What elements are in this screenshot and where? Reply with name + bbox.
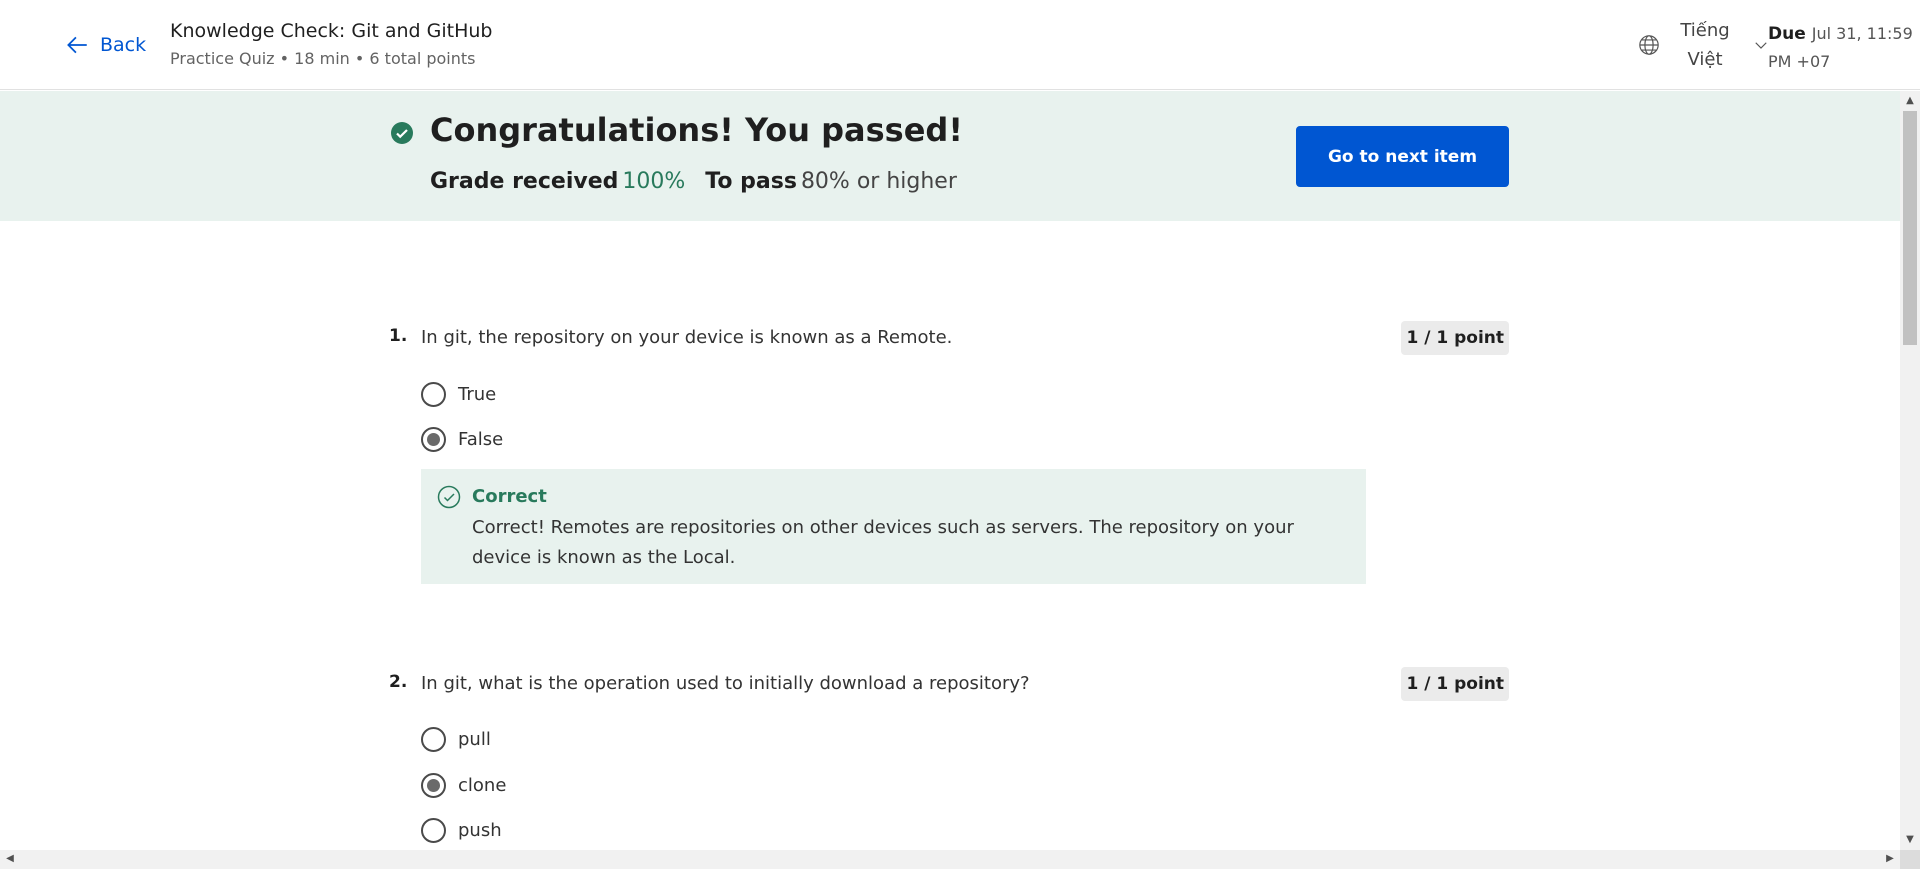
quiz-title: Knowledge Check: Git and GitHub <box>170 20 493 42</box>
grade-value: 100% <box>622 169 686 194</box>
due-date: Due Jul 31, 11:59 PM +07 <box>1768 20 1918 76</box>
back-label: Back <box>100 34 147 56</box>
globe-icon <box>1639 35 1659 55</box>
option-push[interactable]: push <box>421 816 502 844</box>
question-points: 1 / 1 point <box>1401 667 1509 701</box>
horizontal-scrollbar[interactable]: ◀ ▶ <box>0 850 1900 869</box>
go-to-next-item-button[interactable]: Go to next item <box>1296 126 1509 187</box>
question-points: 1 / 1 point <box>1401 321 1509 355</box>
arrow-left-icon <box>67 36 87 54</box>
pass-label: To pass <box>705 169 797 194</box>
radio-button[interactable] <box>421 817 446 843</box>
option-false[interactable]: False <box>421 425 503 453</box>
scroll-right-arrow-icon[interactable]: ▶ <box>1884 853 1896 865</box>
due-date-line-1: Jul 31, 11:59 <box>1811 24 1913 43</box>
language-line-2: Việt <box>1687 49 1723 70</box>
question-number: 1. <box>389 326 408 346</box>
language-line-1: Tiếng <box>1680 20 1730 41</box>
due-label: Due <box>1768 24 1806 44</box>
option-label: False <box>458 428 504 450</box>
scroll-down-arrow-icon[interactable]: ▼ <box>1904 834 1916 846</box>
option-label: push <box>458 819 502 841</box>
option-label: clone <box>458 774 507 796</box>
feedback-text: Correct! Remotes are repositories on oth… <box>472 517 1294 568</box>
option-label: pull <box>458 728 491 750</box>
back-button[interactable]: Back <box>64 30 146 60</box>
vertical-scrollbar[interactable]: ▲ ▼ <box>1900 91 1920 850</box>
pass-title: Congratulations! You passed! <box>430 111 963 149</box>
grade-label: Grade received <box>430 169 619 194</box>
radio-button-selected[interactable] <box>421 426 446 452</box>
question-text: In git, what is the operation used to in… <box>421 673 1030 694</box>
pass-value: 80% or higher <box>800 169 957 194</box>
feedback-box: Correct Correct! Remotes are repositorie… <box>421 469 1366 584</box>
language-selector[interactable]: Tiếng Việt <box>1638 16 1770 74</box>
option-true[interactable]: True <box>421 380 496 408</box>
quiz-title-block: Knowledge Check: Git and GitHub Practice… <box>170 20 493 68</box>
header: Back Knowledge Check: Git and GitHub Pra… <box>0 0 1920 90</box>
scroll-left-arrow-icon[interactable]: ◀ <box>4 853 16 865</box>
radio-button[interactable] <box>421 381 446 407</box>
radio-button-selected[interactable] <box>421 772 446 798</box>
due-date-line-2: PM +07 <box>1768 52 1831 71</box>
result-banner: Congratulations! You passed! Grade recei… <box>0 91 1900 221</box>
scroll-up-arrow-icon[interactable]: ▲ <box>1904 95 1916 107</box>
option-label: True <box>458 383 497 405</box>
scrollbar-corner <box>1900 850 1920 869</box>
vertical-scroll-thumb[interactable] <box>1903 111 1917 345</box>
question-number: 2. <box>389 672 408 692</box>
question-text: In git, the repository on your device is… <box>421 327 953 348</box>
check-circle-outline-icon <box>437 485 461 509</box>
check-circle-filled-icon <box>391 122 413 144</box>
quiz-subtitle: Practice Quiz • 18 min • 6 total points <box>170 49 476 68</box>
option-pull[interactable]: pull <box>421 725 491 753</box>
language-label: Tiếng Việt <box>1670 16 1740 74</box>
radio-button[interactable] <box>421 726 446 752</box>
feedback-title: Correct <box>472 486 547 507</box>
option-clone[interactable]: clone <box>421 771 506 799</box>
grade-summary: Grade received 100% To pass 80% or higher <box>430 169 957 194</box>
